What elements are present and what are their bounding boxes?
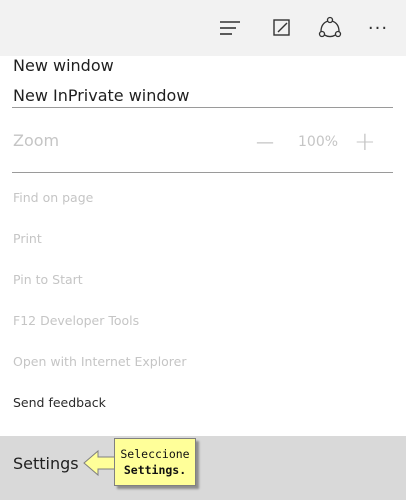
menu-item-open-with-ie[interactable]: Open with Internet Explorer <box>13 354 187 369</box>
menu-item-print[interactable]: Print <box>13 231 42 246</box>
more-actions-icon[interactable]: ··· <box>362 12 394 44</box>
plus-icon: + <box>354 127 376 157</box>
menu-item-f12-developer-tools[interactable]: F12 Developer Tools <box>13 313 139 328</box>
zoom-label: Zoom <box>13 131 60 150</box>
callout-line-2: Settings. <box>123 463 187 477</box>
instruction-callout: Seleccione Settings. <box>114 438 196 486</box>
menu-divider <box>12 107 393 108</box>
more-actions-label: ··· <box>367 17 389 39</box>
settings-label: Settings <box>13 454 79 473</box>
menu-item-find-on-page[interactable]: Find on page <box>13 190 93 205</box>
hub-icon[interactable] <box>214 12 246 44</box>
zoom-value: 100% <box>298 134 339 150</box>
zoom-out-button[interactable]: — <box>256 131 274 153</box>
zoom-in-button[interactable]: + <box>354 127 376 157</box>
callout-arrow-icon <box>83 449 117 477</box>
menu-item-new-inprivate-window[interactable]: New InPrivate window <box>13 86 189 105</box>
menu-item-new-window[interactable]: New window <box>13 56 114 75</box>
browser-toolbar: ··· <box>0 0 406 56</box>
menu-item-pin-to-start[interactable]: Pin to Start <box>13 272 83 287</box>
minus-icon: — <box>256 131 274 153</box>
share-icon[interactable] <box>314 12 346 44</box>
menu-divider <box>12 172 393 173</box>
web-note-icon[interactable] <box>266 12 298 44</box>
menu-item-send-feedback[interactable]: Send feedback <box>13 395 106 410</box>
callout-line-1: Seleccione <box>120 447 190 461</box>
